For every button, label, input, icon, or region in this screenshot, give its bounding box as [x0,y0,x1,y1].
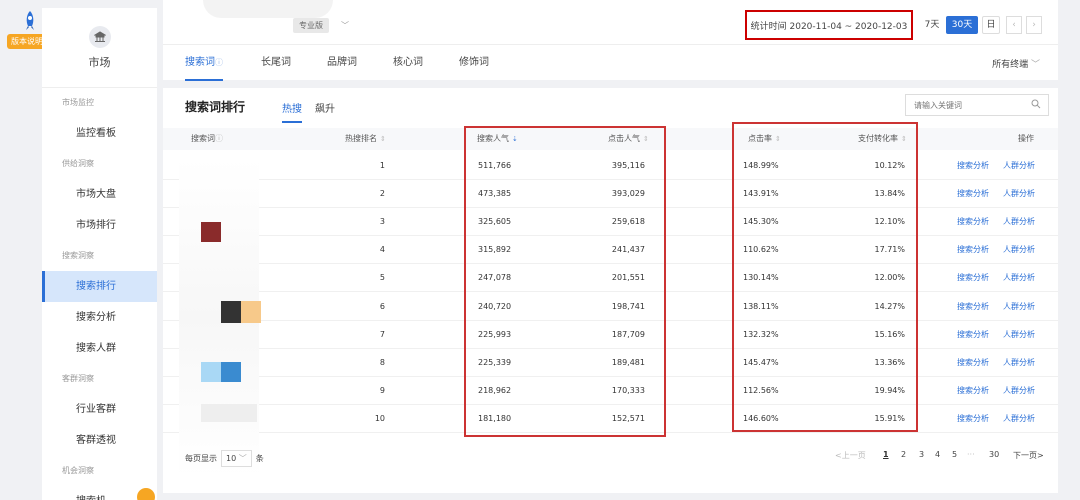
sidebar-item-industry-customer[interactable]: 行业客群 [42,394,157,425]
date-range: 统计时间 2020-11-04 ~ 2020-12-03 [745,10,913,40]
search-analysis-link[interactable]: 搜索分析 [957,180,989,208]
search-analysis-link[interactable]: 搜索分析 [957,405,989,433]
nav-group-supply: 供给洞察 [62,159,94,168]
rank-cell: 8 [379,357,385,367]
terminal-select[interactable]: 所有终端 ﹀ [992,57,1040,70]
crowd-analysis-link[interactable]: 人群分析 [1003,321,1035,349]
search-analysis-link[interactable]: 搜索分析 [957,208,989,236]
rank-cell: 2 [379,189,385,199]
crowd-analysis-link[interactable]: 人群分析 [1003,152,1035,180]
crowd-analysis-link[interactable]: 人群分析 [1003,264,1035,292]
tab-hot-search[interactable]: 热搜 [282,100,302,123]
rank-cell: 1 [379,161,385,170]
rank-cell: 9 [379,385,385,395]
redacted-block [221,362,241,382]
market-title: 市场 [88,55,111,69]
search-analysis-link[interactable]: 搜索分析 [957,293,989,321]
sidebar-item-search-analysis[interactable]: 搜索分析 [42,302,157,333]
tab-modifier[interactable]: 修饰词 [459,45,489,81]
tab-long-tail[interactable]: 长尾词 [261,45,291,81]
nav-group-search: 搜索洞察 [62,251,94,260]
redacted-block [241,301,261,323]
range-7-days-button[interactable]: 7天 [921,16,943,34]
redacted-block [221,301,241,323]
sidebar-item-monitor-board[interactable]: 监控看板 [42,118,157,149]
redacted-block [201,404,257,422]
version-label: 版本说明 [7,34,47,49]
range-30-days-button[interactable]: 30天 [946,16,978,34]
keyword-search-input[interactable] [905,94,1049,116]
tab-brand[interactable]: 品牌词 [327,45,357,81]
edition-badge[interactable]: 专业版 [293,18,329,33]
tab-search-words[interactable]: 搜索词ⓘ [185,45,223,81]
search-analysis-link[interactable]: 搜索分析 [957,349,989,377]
highlight-box-rates [732,122,918,432]
page-size-unit: 条 [255,454,264,463]
search-analysis-link[interactable]: 搜索分析 [957,236,989,264]
redacted-block [201,362,221,382]
page-4-button[interactable]: 4 [935,450,940,459]
crowd-analysis-link[interactable]: 人群分析 [1003,293,1035,321]
page-size-label: 每页显示 [185,454,217,463]
page-1-button[interactable]: 1 [883,450,889,459]
crowd-analysis-link[interactable]: 人群分析 [1003,208,1035,236]
sidebar-item-search-rank[interactable]: 搜索排行 [42,271,157,302]
search-analysis-link[interactable]: 搜索分析 [957,321,989,349]
search-analysis-link[interactable]: 搜索分析 [957,264,989,292]
prev-page-button[interactable]: <上一页 [835,450,866,461]
panel-title: 搜索词排行 [185,100,246,114]
rank-cell: 7 [379,329,385,339]
tab-rising[interactable]: 飙升 [315,100,335,121]
chevron-right-icon[interactable]: › [1026,16,1042,34]
search-icon[interactable] [1031,99,1041,109]
bank-icon [88,25,111,48]
keyword-type-tabs: 搜索词ⓘ 长尾词 品牌词 核心词 修饰词 所有终端 ﹀ [163,44,1058,81]
chevron-left-icon[interactable]: ‹ [1006,16,1022,34]
sidebar-item-market-rank[interactable]: 市场排行 [42,210,157,241]
sidebar: 市场 市场监控 监控看板 供给洞察 市场大盘 市场排行 搜索洞察 搜索排行 搜索… [42,8,157,500]
search-analysis-link[interactable]: 搜索分析 [957,377,989,405]
column-actions: 操作 [1018,134,1034,143]
page-2-button[interactable]: 2 [901,450,906,459]
page-size-select[interactable]: 10 ﹀ [221,450,252,467]
market-header[interactable]: 市场 [42,8,157,88]
page-5-button[interactable]: 5 [952,450,957,459]
nav-group-monitor: 市场监控 [62,98,94,107]
column-keyword: 搜索词ⓘ [191,134,223,143]
header-decoration [203,0,333,18]
highlight-box-popularity [464,126,666,437]
rank-cell: 4 [379,245,385,255]
rank-cell: 3 [379,217,385,227]
search-rank-panel: 搜索词排行 热搜 飙升 搜索词ⓘ 热搜排名⇕ 搜索人气⇣ 点击人气⇕ 点击率⇕ … [163,88,1058,493]
crowd-analysis-link[interactable]: 人群分析 [1003,236,1035,264]
crowd-analysis-link[interactable]: 人群分析 [1003,349,1035,377]
redacted-block [201,222,221,242]
crowd-analysis-link[interactable]: 人群分析 [1003,405,1035,433]
chevron-down-icon[interactable]: ﹀ [341,20,349,31]
help-avatar[interactable] [137,488,155,500]
search-analysis-link[interactable]: 搜索分析 [957,152,989,180]
top-header: 专业版 ﹀ 统计时间 2020-11-04 ~ 2020-12-03 7天 30… [163,0,1058,81]
rank-cell: 10 [374,413,385,423]
crowd-analysis-link[interactable]: 人群分析 [1003,377,1035,405]
sidebar-item-search-crowd[interactable]: 搜索人群 [42,333,157,364]
nav-group-opportunity: 机会洞察 [62,466,94,475]
sidebar-item-customer-insight[interactable]: 客群透视 [42,425,157,456]
rank-cell: 6 [379,301,385,311]
page-last-button[interactable]: 30 [989,450,999,459]
page-size-control: 每页显示 10 ﹀ 条 [185,450,264,467]
nav-group-customer: 客群洞察 [62,374,94,383]
range-day-button[interactable]: 日 [982,16,1000,34]
next-page-button[interactable]: 下一页> [1013,450,1044,461]
page-3-button[interactable]: 3 [919,450,924,459]
tab-core[interactable]: 核心词 [393,45,423,81]
sidebar-item-market-overview[interactable]: 市场大盘 [42,179,157,210]
pager-ellipsis: ··· [967,450,975,459]
column-rank[interactable]: 热搜排名 ⇕ [345,128,386,150]
rocket-icon [26,11,34,30]
rank-cell: 5 [379,273,385,283]
crowd-analysis-link[interactable]: 人群分析 [1003,180,1035,208]
